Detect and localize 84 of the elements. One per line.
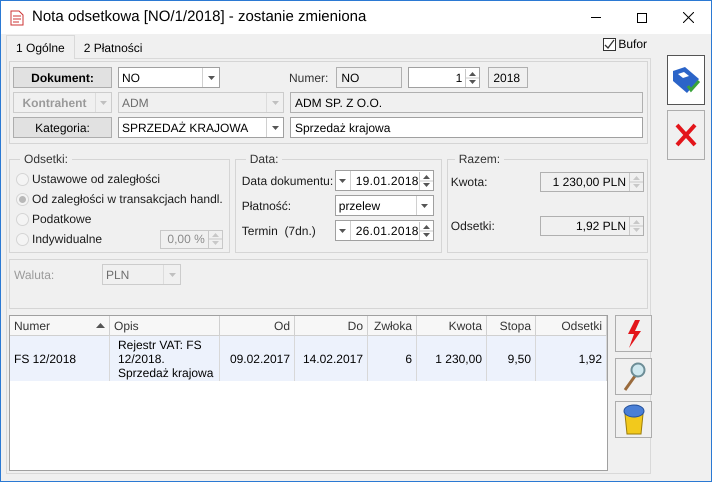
dropdown[interactable]: przelew: [334, 195, 434, 216]
spin-arrows-icon: [629, 217, 643, 235]
table-row[interactable]: FS 12/2018 Rejestr VAT: FS 12/2018. Sprzedaż krajowa 09.02.2017 14.02.2017 6 1 230,00 9,50 1,92: [10, 336, 607, 381]
field-label: Termin (7dn.): [242, 222, 317, 240]
table-cell: Rejestr VAT: FS 12/2018. Sprzedaż krajowa: [110, 336, 220, 381]
field-label: Płatność:: [242, 198, 292, 214]
column-header[interactable]: Do: [295, 316, 368, 335]
radio-button[interactable]: [16, 212, 29, 226]
tab[interactable]: 1 Ogólne: [6, 35, 75, 59]
radio-label: Od zaległości w transakcjach handl.: [32, 191, 223, 208]
caret-icon: [100, 100, 107, 104]
table-cell: 1 230,00: [417, 336, 487, 381]
checkbox-label: Bufor: [618, 36, 647, 53]
table-cell: 6: [368, 336, 417, 381]
spin-arrows-icon: [629, 173, 643, 191]
number-prefix-field: NO: [336, 67, 402, 88]
group-title: Odsetki:: [23, 151, 70, 168]
column-header[interactable]: Kwota: [417, 316, 487, 335]
field-button: Kontrahent: [13, 92, 112, 113]
save-button[interactable]: [667, 55, 705, 105]
radio-label: Podatkowe: [32, 211, 92, 228]
year-field: 2018: [488, 67, 528, 88]
trash-bin-icon: [622, 404, 644, 436]
caret-icon: [208, 76, 214, 80]
number-spinner[interactable]: 1: [408, 67, 480, 88]
spin-arrows-icon: [208, 230, 222, 248]
group-title: Data:: [248, 151, 280, 168]
table-cell: 1,92: [536, 336, 607, 381]
column-header[interactable]: Numer: [10, 316, 110, 335]
preview-button[interactable]: [615, 358, 652, 395]
column-header[interactable]: Odsetki: [536, 316, 607, 335]
name-field: ADM SP. Z O.O.: [290, 92, 643, 113]
caret-icon: [339, 228, 346, 232]
radio-button[interactable]: [16, 172, 29, 186]
maximize-icon: [637, 12, 647, 22]
field-label: Data dokumentu:: [242, 172, 334, 190]
spin-arrows-icon: [418, 222, 433, 240]
field-label: Numer:: [289, 70, 328, 86]
field-button[interactable]: Dokument:: [13, 67, 112, 88]
column-header[interactable]: Od: [220, 316, 295, 335]
currency-dropdown[interactable]: PLN: [102, 264, 181, 285]
caret-icon: [339, 178, 346, 182]
date-field[interactable]: 19.01.2018: [334, 170, 434, 191]
caret-icon: [421, 204, 428, 208]
caret-icon: [272, 126, 278, 130]
minimize-icon: [591, 17, 601, 18]
close-icon: [682, 12, 694, 23]
dropdown[interactable]: NO: [118, 67, 220, 88]
table-cell: 14.02.2017: [295, 336, 368, 381]
radio-button[interactable]: [16, 192, 29, 206]
description-field[interactable]: Sprzedaż krajowa: [290, 117, 643, 138]
table-cell: FS 12/2018: [10, 336, 110, 381]
rate-spinner: 0,00 %: [160, 230, 223, 248]
radio-button[interactable]: [16, 232, 29, 246]
spin-arrows-icon: [465, 68, 480, 86]
search-icon: [622, 362, 646, 392]
spin-arrows-icon: [418, 172, 433, 190]
field-label: Kwota:: [450, 174, 488, 191]
checkbox[interactable]: [603, 38, 616, 50]
table-cell: 9,50: [487, 336, 536, 381]
caret-icon: [168, 272, 176, 276]
column-header[interactable]: Stopa: [487, 316, 536, 335]
delete-button[interactable]: [615, 401, 652, 438]
lightning-icon: [626, 320, 642, 348]
cancel-button[interactable]: [667, 110, 705, 160]
amount-field: 1,92 PLN: [540, 216, 644, 236]
field-button[interactable]: Kategoria:: [13, 117, 112, 138]
date-field[interactable]: 26.01.2018: [334, 220, 434, 241]
tab[interactable]: 2 Płatności: [74, 37, 152, 58]
table-cell: 09.02.2017: [220, 336, 295, 381]
field-label: Waluta:: [14, 267, 56, 284]
radio-label: Ustawowe od zaległości: [32, 171, 160, 188]
dropdown[interactable]: SPRZEDAŻ KRAJOWA: [118, 117, 284, 138]
group-title: Razem:: [458, 151, 502, 168]
window-title: Nota odsetkowa [NO/1/2018] - zostanie zmieniona: [32, 7, 366, 28]
amount-field: 1 230,00 PLN: [540, 172, 644, 192]
radio-label: Indywidualne: [32, 231, 102, 248]
field-label: Odsetki:: [450, 218, 496, 235]
document-icon: [10, 10, 24, 26]
column-header[interactable]: Opis: [110, 316, 220, 335]
cancel-icon: [675, 123, 697, 147]
caret-icon: [272, 100, 278, 104]
calculate-button[interactable]: [615, 315, 652, 352]
column-header[interactable]: Zwłoka: [368, 316, 417, 335]
